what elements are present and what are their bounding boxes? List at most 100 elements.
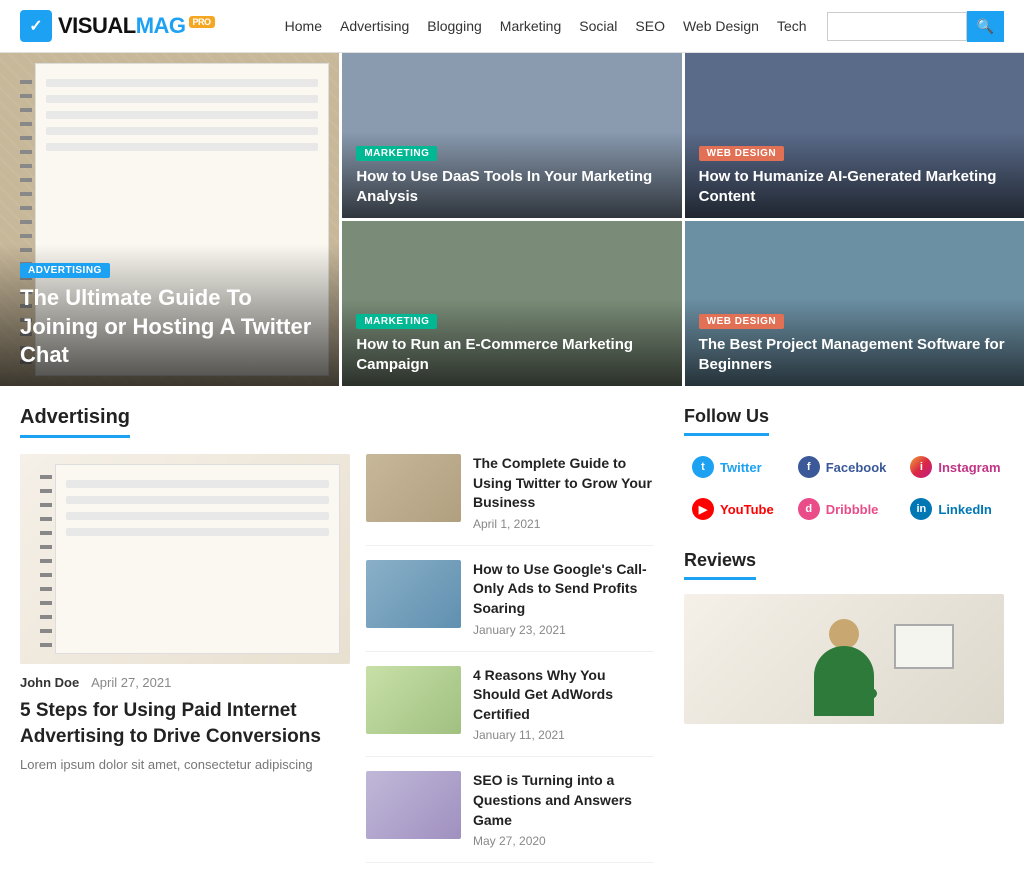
article-date: April 27, 2021 — [91, 675, 171, 690]
search-icon: 🔍 — [977, 18, 994, 34]
search-button[interactable]: 🔍 — [967, 11, 1004, 42]
hero-tag: WEB DESIGN — [699, 146, 784, 161]
social-label: LinkedIn — [938, 502, 991, 517]
logo-checkmark: ✓ — [29, 16, 42, 36]
advertising-section: Advertising — [20, 406, 654, 863]
main-article-image — [20, 454, 350, 664]
thumb-image — [366, 560, 461, 628]
logo-text: VISUALMAGPRO — [58, 13, 215, 39]
main-nav: Home Advertising Blogging Marketing Social SE… — [285, 18, 807, 34]
nav-item-home[interactable]: Home — [285, 18, 322, 34]
line — [46, 127, 318, 135]
sidebar: Follow Us t Twitter f Facebook i Instagr… — [684, 406, 1004, 883]
article-item[interactable]: The Complete Guide to Using Twitter to G… — [366, 454, 654, 546]
article-thumbnail — [366, 771, 461, 839]
article-title[interactable]: 4 Reasons Why You Should Get AdWords Cer… — [473, 666, 654, 725]
article-info: The Complete Guide to Using Twitter to G… — [473, 454, 654, 531]
hero-main-title: The Ultimate Guide To Joining or Hosting… — [20, 284, 319, 370]
social-btn-linkedin[interactable]: in LinkedIn — [902, 492, 1008, 526]
hero-main-overlay: ADVERTISING The Ultimate Guide To Joinin… — [0, 244, 339, 386]
line — [46, 79, 318, 87]
page — [55, 464, 340, 654]
reviews-person — [684, 594, 1004, 724]
article-date: January 11, 2021 — [473, 728, 654, 742]
social-label: Twitter — [720, 460, 762, 475]
social-btn-youtube[interactable]: ▶ YouTube — [684, 492, 782, 526]
social-grid: t Twitter f Facebook i Instagram ▶ YouTu… — [684, 450, 1004, 526]
article-title[interactable]: SEO is Turning into a Questions and Answ… — [473, 771, 654, 830]
article-list: The Complete Guide to Using Twitter to G… — [366, 454, 654, 863]
article-item[interactable]: SEO is Turning into a Questions and Answ… — [366, 757, 654, 863]
article-meta: John Doe April 27, 2021 — [20, 674, 350, 690]
lines — [56, 465, 339, 559]
nav-item-advertising[interactable]: Advertising — [340, 18, 409, 34]
advertising-grid: John Doe April 27, 2021 5 Steps for Usin… — [20, 454, 654, 863]
article-thumbnail — [366, 454, 461, 522]
nav-item-blogging[interactable]: Blogging — [427, 18, 482, 34]
hero-overlay: MARKETING How to Use DaaS Tools In Your … — [342, 131, 681, 218]
hero-tag: WEB DESIGN — [699, 314, 784, 329]
article-title[interactable]: The Complete Guide to Using Twitter to G… — [473, 454, 654, 513]
nav-item-social[interactable]: Social — [579, 18, 617, 34]
hero-card-3[interactable]: WEB DESIGN The Best Project Management S… — [685, 221, 1024, 386]
main-article-title[interactable]: 5 Steps for Using Paid Internet Advertis… — [20, 698, 350, 749]
nav-item-tech[interactable]: Tech — [777, 18, 807, 34]
notebook-image — [20, 454, 350, 664]
social-btn-facebook[interactable]: f Facebook — [790, 450, 895, 484]
article-item[interactable]: 4 Reasons Why You Should Get AdWords Cer… — [366, 652, 654, 758]
article-date: January 23, 2021 — [473, 623, 654, 637]
line — [66, 528, 329, 536]
social-icon-linkedin: in — [910, 498, 932, 520]
search-input[interactable] — [827, 12, 967, 41]
line — [46, 95, 318, 103]
main-article-excerpt: Lorem ipsum dolor sit amet, consectetur … — [20, 755, 350, 775]
social-icon-instagram: i — [910, 456, 932, 478]
logo[interactable]: ✓ VISUALMAGPRO — [20, 10, 215, 42]
hero-title: How to Use DaaS Tools In Your Marketing … — [356, 167, 667, 206]
line — [46, 111, 318, 119]
hero-tag: MARKETING — [356, 146, 437, 161]
hero-main-card[interactable]: ADVERTISING The Ultimate Guide To Joinin… — [0, 53, 339, 386]
hero-overlay: WEB DESIGN The Best Project Management S… — [685, 299, 1024, 386]
nav-item-web-design[interactable]: Web Design — [683, 18, 759, 34]
social-icon-facebook: f — [798, 456, 820, 478]
social-btn-twitter[interactable]: t Twitter — [684, 450, 782, 484]
hero-card-2[interactable]: MARKETING How to Run an E-Commerce Marke… — [342, 221, 681, 386]
hero-title: How to Run an E-Commerce Marketing Campa… — [356, 335, 667, 374]
article-thumbnail — [366, 666, 461, 734]
person-arm — [839, 687, 879, 716]
person-head — [829, 619, 859, 649]
thumb-image — [366, 771, 461, 839]
hero-overlay: WEB DESIGN How to Humanize AI-Generated … — [685, 131, 1024, 218]
thumb-image — [366, 666, 461, 734]
article-date: May 27, 2020 — [473, 834, 654, 848]
line — [66, 512, 329, 520]
article-info: SEO is Turning into a Questions and Answ… — [473, 771, 654, 848]
person-silhouette — [804, 614, 884, 724]
social-icon-youtube: ▶ — [692, 498, 714, 520]
social-btn-dribbble[interactable]: d Dribbble — [790, 492, 895, 526]
search-area: 🔍 — [827, 11, 1004, 42]
reviews-image — [684, 594, 1004, 724]
hero-grid: ADVERTISING The Ultimate Guide To Joinin… — [0, 53, 1024, 386]
spiral — [40, 465, 52, 654]
social-btn-instagram[interactable]: i Instagram — [902, 450, 1008, 484]
article-thumbnail — [366, 560, 461, 628]
social-icon-twitter: t — [692, 456, 714, 478]
nav-item-marketing[interactable]: Marketing — [500, 18, 561, 34]
article-title[interactable]: How to Use Google's Call-Only Ads to Sen… — [473, 560, 654, 619]
article-item[interactable]: How to Use Google's Call-Only Ads to Sen… — [366, 546, 654, 652]
hero-tag: MARKETING — [356, 314, 437, 329]
nav-item-seo[interactable]: SEO — [635, 18, 665, 34]
hero-card-0[interactable]: MARKETING How to Use DaaS Tools In Your … — [342, 53, 681, 218]
notebook-lines — [36, 64, 328, 174]
notebook-visual — [20, 454, 350, 664]
content-area: Advertising — [0, 406, 1024, 883]
reviews-section: Reviews — [684, 550, 1004, 724]
hero-card-1[interactable]: WEB DESIGN How to Humanize AI-Generated … — [685, 53, 1024, 218]
social-label: Facebook — [826, 460, 887, 475]
logo-pro-badge: PRO — [189, 16, 215, 28]
article-info: 4 Reasons Why You Should Get AdWords Cer… — [473, 666, 654, 743]
hero-title: The Best Project Management Software for… — [699, 335, 1010, 374]
social-label: YouTube — [720, 502, 774, 517]
